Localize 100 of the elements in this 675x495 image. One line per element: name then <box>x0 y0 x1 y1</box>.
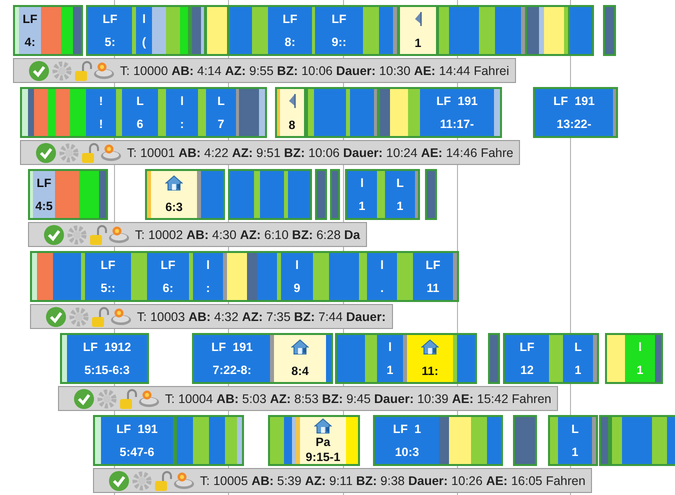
disc-icon <box>93 60 115 80</box>
segment-label: LF <box>22 12 38 26</box>
tour-summary: T: 10001 AB: 4:22 AZ: 9:51 BZ: 10:06 Dauer: 10:24 AE: 14:46 Fahre <box>127 146 514 160</box>
segment-label: 6:3 <box>165 200 183 214</box>
segment-label: . <box>380 281 384 296</box>
timeline-block[interactable]: LF 5:: LF 6: l : l 9 l . LF 11 <box>30 251 459 302</box>
disc-icon <box>173 470 195 490</box>
segment-label: 5:: <box>100 281 116 296</box>
segment-label: 4:5 <box>35 199 53 214</box>
segment-label: L <box>396 176 404 190</box>
segment-label: l <box>638 340 642 354</box>
segment-label: LF 191 <box>116 422 158 436</box>
segment-label: L <box>136 94 144 108</box>
timeline-block[interactable] <box>190 5 206 56</box>
disc-icon <box>100 142 122 162</box>
timeline-block[interactable]: LF 191 11:17- <box>378 87 502 138</box>
timeline-block[interactable] <box>228 169 312 220</box>
timeline-block[interactable]: L 1 <box>548 415 598 466</box>
segment-label: 6: <box>162 281 174 296</box>
segment-label: ! <box>99 117 103 132</box>
timeline-block[interactable]: LF 4: <box>13 5 83 56</box>
segment-label: 12 <box>520 363 534 378</box>
disc-icon <box>138 388 160 408</box>
check-icon <box>28 60 50 82</box>
segment-label: 1 <box>396 199 404 214</box>
segment-label: LF 191 <box>211 340 253 354</box>
segment-label: Pa <box>316 434 330 448</box>
timeline-block[interactable]: LF 191 5:47-6 <box>93 415 175 466</box>
timeline-block[interactable]: LF 12 L 1 <box>503 333 599 384</box>
timeline-block[interactable] <box>175 415 244 466</box>
segment-label: LF <box>520 340 534 354</box>
timeline-block[interactable]: 8 <box>275 87 306 138</box>
timeline-block[interactable]: LF 4:5 <box>28 169 108 220</box>
segment-label: LF <box>36 176 52 190</box>
check-icon <box>43 224 65 246</box>
segment-label: 9:15-1 <box>306 450 340 464</box>
pennant-icon <box>414 11 422 28</box>
segment-label: : <box>206 281 210 296</box>
segment-label: 9:: <box>332 35 346 50</box>
segment-label: 9 <box>294 281 300 296</box>
house-icon <box>291 339 309 356</box>
timeline-block[interactable]: Pa 9:15-1 <box>268 415 360 466</box>
segment-label: 1 <box>574 363 582 378</box>
padlock-icon <box>89 224 107 246</box>
segment-label: LF 191 <box>553 94 595 108</box>
segment-label: L <box>571 422 579 436</box>
padlock-icon <box>81 142 99 164</box>
disc-icon <box>110 306 132 326</box>
segment-label: 8: <box>284 35 296 50</box>
timeline-block[interactable]: 1 <box>398 5 438 56</box>
disc-icon <box>108 224 130 244</box>
segment-label: LF <box>100 258 116 272</box>
timeline-block[interactable]: LF 5: l ( <box>86 5 190 56</box>
timeline-block[interactable]: LF 191 13:22- <box>533 87 618 138</box>
timeline-block[interactable] <box>306 87 379 138</box>
segment-label: 5: <box>104 35 116 50</box>
check-icon <box>108 470 130 492</box>
check-icon <box>45 306 67 328</box>
segment-label: LF <box>160 258 176 272</box>
timeline-block[interactable]: 6:3 <box>145 169 225 220</box>
timeline-block[interactable] <box>437 5 527 56</box>
tour-summary: T: 10003 AB: 4:32 AZ: 7:35 BZ: 7:44 Dauer: <box>137 310 386 324</box>
timeline-block[interactable]: LF 8: LF 9:: <box>228 5 399 56</box>
segment-label: l <box>380 258 384 272</box>
timeline-block[interactable]: LF 1912 5:15-6:3 <box>60 333 149 384</box>
segment-label: 10:3 <box>394 445 420 460</box>
padlock-icon <box>119 388 137 410</box>
timeline-block[interactable] <box>525 5 570 56</box>
timeline-block[interactable]: LF 1 10:3 <box>373 415 503 466</box>
house-icon <box>421 339 439 356</box>
segment-label: L <box>574 340 582 354</box>
segment-label: l <box>388 340 392 354</box>
segment-label: 1 <box>358 199 366 214</box>
segment-label: 5:47-6 <box>120 445 154 460</box>
segment-label: 4: <box>24 35 36 50</box>
tour-summary: T: 10002 AB: 4:30 AZ: 6:10 BZ: 6:28 Da <box>135 228 360 242</box>
segment-label: 1 <box>386 363 394 378</box>
tour-summary: T: 10005 AB: 5:39 AZ: 9:11 BZ: 9:38 Dauer: 10:26 AE: 16:05 Fahren <box>200 474 586 488</box>
segment-label: LF <box>102 12 118 26</box>
segment-label: l <box>180 94 184 108</box>
segment-label: 1 <box>636 363 644 378</box>
tour-summary: T: 10004 AB: 5:03 AZ: 8:53 BZ: 9:45 Dauer: 10:39 AE: 15:42 Fahren <box>165 392 552 406</box>
segment-label: 11: <box>422 364 438 378</box>
timeline-block[interactable]: LF 191 7:22-8: 8:4 <box>192 333 333 384</box>
segment-label: 13:22- <box>556 117 592 132</box>
segment-label: 6 <box>136 117 144 132</box>
check-icon <box>73 388 95 410</box>
timeline-block[interactable]: ! ! L 6 l : L 7 <box>20 87 267 138</box>
segment-label: LF 1912 <box>82 340 132 354</box>
segment-label: 11:17- <box>440 117 474 132</box>
segment-label: 5:15-6:3 <box>84 363 130 378</box>
padlock-icon <box>91 306 109 328</box>
timeline-block[interactable] <box>610 415 675 466</box>
segment-label: l <box>142 12 146 26</box>
segment-label: 1 <box>572 445 578 460</box>
pennant-icon <box>288 93 296 110</box>
timeline-block[interactable]: l 1 11: <box>335 333 477 384</box>
segment-label: L <box>217 94 225 108</box>
timeline-block[interactable]: l 1 L 1 <box>345 169 420 220</box>
segment-label: 1 <box>414 36 422 50</box>
